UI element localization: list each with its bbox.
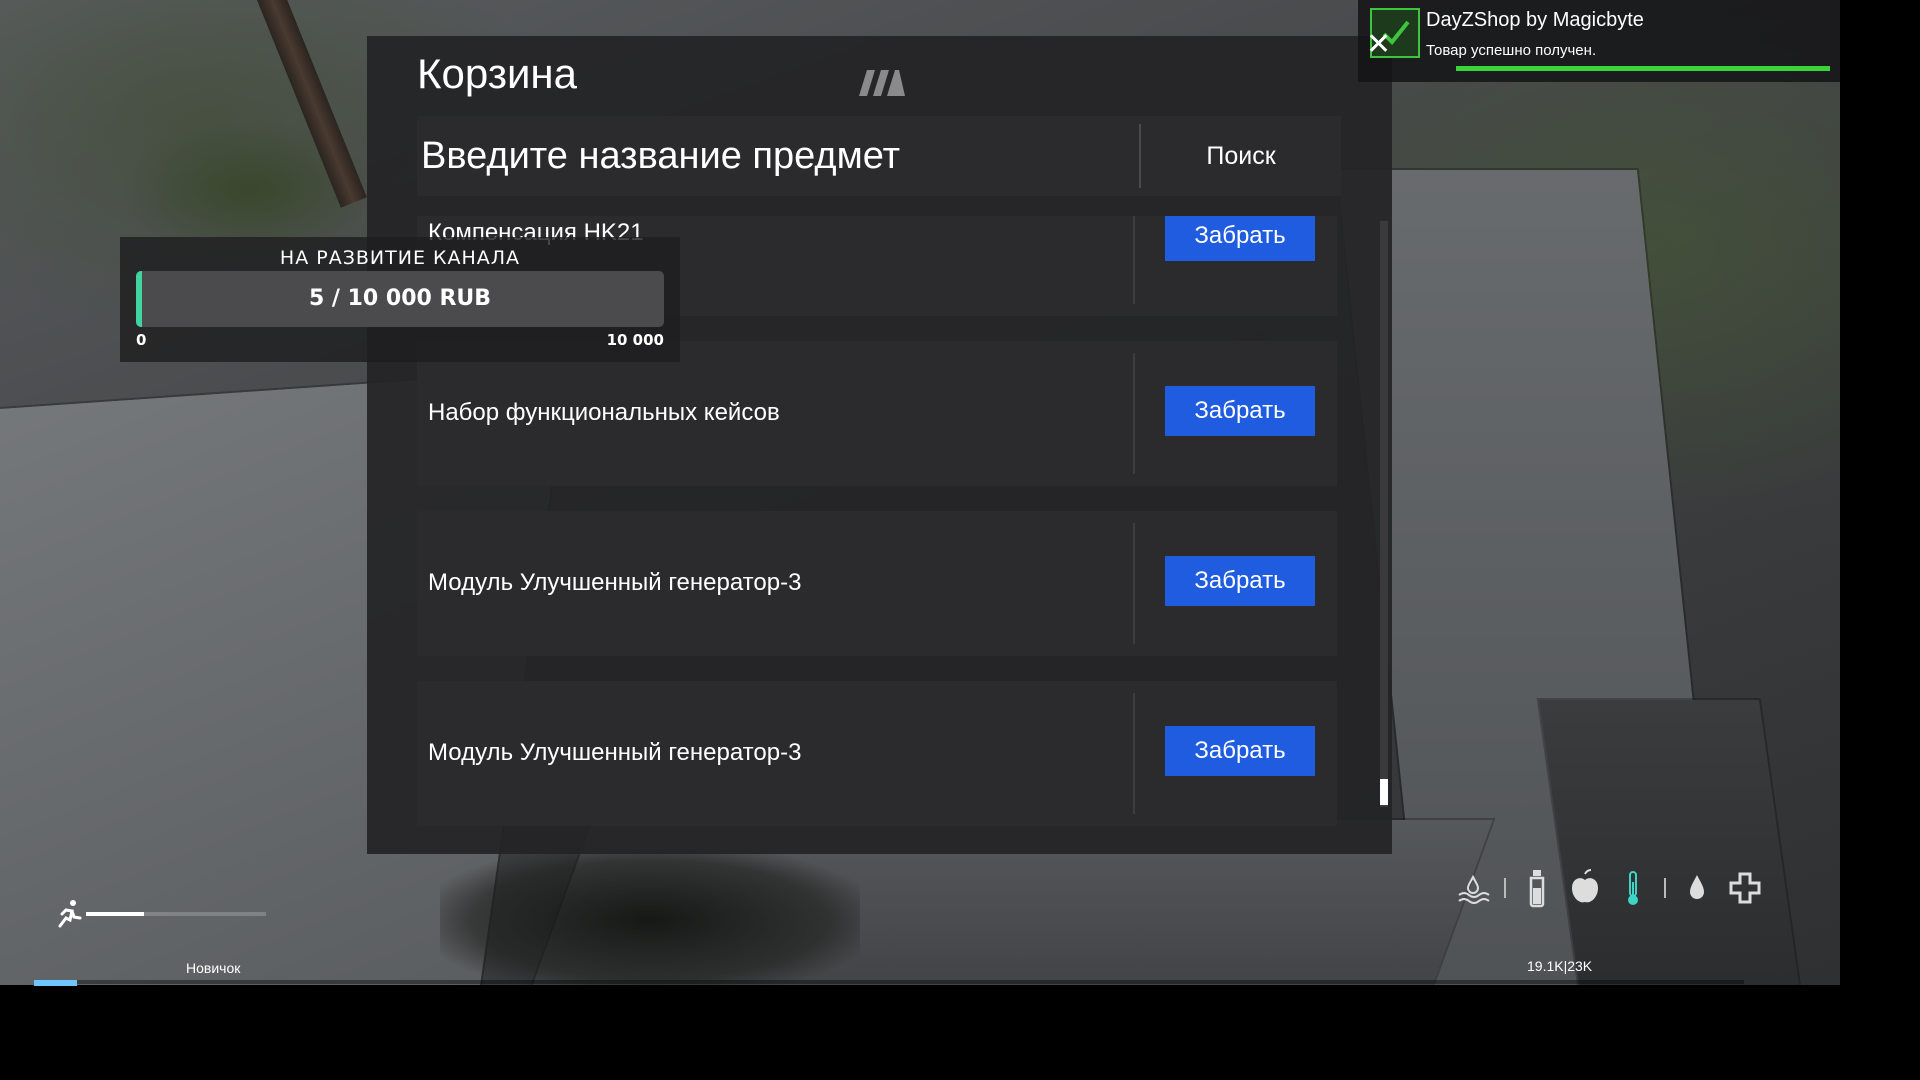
search-bar: Поиск — [417, 116, 1341, 196]
health-cross-icon — [1728, 868, 1762, 908]
row-divider — [1133, 353, 1135, 474]
water-icon — [1456, 868, 1490, 908]
item-name: Модуль Улучшенный генератор-3 — [428, 739, 802, 766]
donation-title: НА РАЗВИТИЕ КАНАЛА — [279, 247, 521, 269]
take-button[interactable]: Забрать — [1165, 556, 1315, 606]
scrollbar-thumb[interactable] — [1380, 779, 1388, 805]
player-character — [440, 850, 860, 985]
status-icon-bar — [1456, 868, 1762, 908]
take-button[interactable]: Забрать — [1165, 386, 1315, 436]
icon-separator — [1664, 878, 1666, 898]
notification-message: Товар успешно получен. — [1426, 42, 1597, 59]
donation-amount: 5 / 10 000 RUB — [308, 286, 492, 311]
row-divider — [1133, 693, 1135, 814]
running-man-icon — [58, 900, 82, 928]
list-item: Модуль Улучшенный генератор-3 Забрать — [417, 511, 1337, 656]
list-item: Набор функциональных кейсов Забрать — [417, 341, 1337, 486]
search-input[interactable] — [421, 126, 1141, 186]
bottle-icon — [1520, 868, 1554, 908]
notification-title: DayZShop by Magicbyte — [1426, 9, 1644, 31]
donation-widget: НА РАЗВИТИЕ КАНАЛА 5 / 10 000 RUB 0 10 0… — [120, 237, 680, 362]
item-name: Модуль Улучшенный генератор-3 — [428, 569, 802, 596]
xp-fill — [34, 980, 77, 986]
player-rank: Новичок — [186, 960, 241, 976]
donation-max-label: 10 000 — [606, 331, 664, 349]
stamina-fill — [86, 912, 144, 916]
donation-progress-bar: 5 / 10 000 RUB — [136, 271, 664, 327]
blood-drop-icon — [1680, 868, 1714, 908]
list-scrollbar[interactable] — [1380, 221, 1388, 807]
list-item: Модуль Улучшенный генератор-3 Забрать — [417, 681, 1337, 826]
xp-bar — [34, 980, 1744, 986]
donation-min-label: 0 — [136, 331, 147, 349]
search-button[interactable]: Поиск — [1141, 116, 1341, 196]
icon-separator — [1504, 878, 1506, 898]
stamina-bar — [86, 912, 266, 916]
apple-icon — [1568, 868, 1602, 908]
cart-window: Корзина Поиск Компенсация HK21 Забрать Н… — [367, 36, 1392, 854]
network-stats: 19.1K|23K — [1527, 958, 1593, 974]
take-button[interactable]: Забрать — [1165, 726, 1315, 776]
row-divider — [1133, 216, 1135, 304]
take-button[interactable]: Забрать — [1165, 216, 1315, 261]
concrete-steps — [1538, 700, 1802, 985]
item-name: Набор функциональных кейсов — [428, 399, 780, 426]
cart-title: Корзина — [417, 50, 577, 97]
thermometer-icon — [1616, 868, 1650, 908]
notification-timer-bar — [1456, 66, 1830, 71]
row-divider — [1133, 523, 1135, 644]
shop-logo-icon — [859, 70, 905, 96]
notification-toast: ✕ DayZShop by Magicbyte Товар успешно по… — [1358, 0, 1840, 82]
close-icon[interactable]: ✕ — [1366, 30, 1391, 60]
